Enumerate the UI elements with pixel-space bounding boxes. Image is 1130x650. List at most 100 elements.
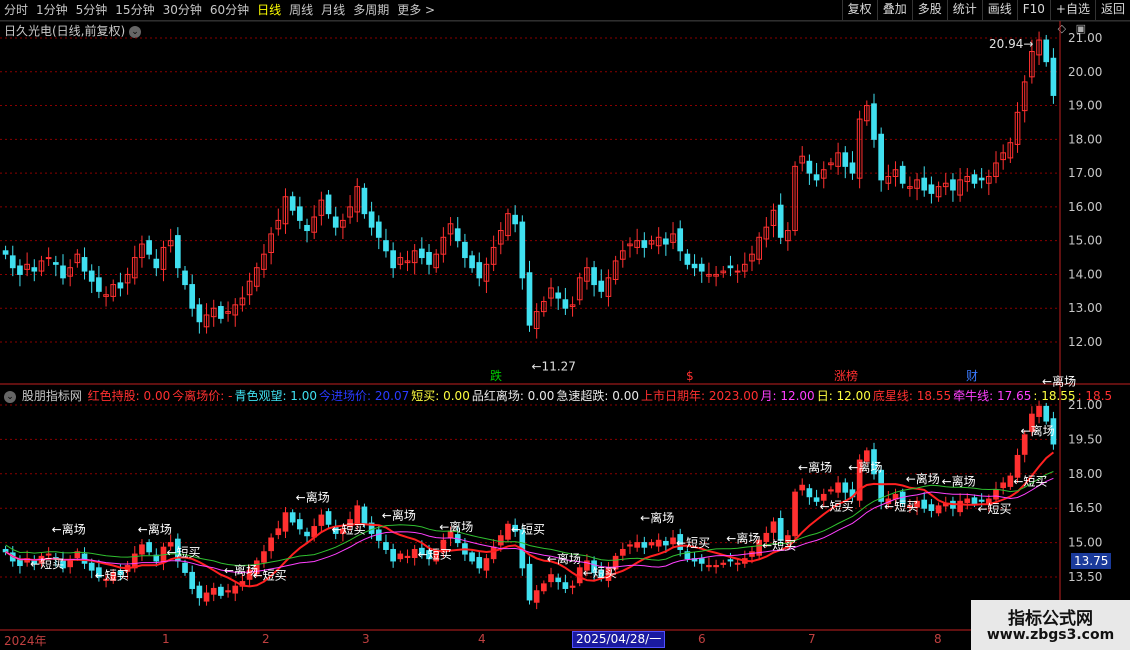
y-tick-label: 12.00 — [1068, 335, 1102, 349]
candle-body — [698, 263, 705, 272]
indicator-value: 急速超跌: 0.00 — [556, 389, 639, 403]
ind-candle-body — [777, 518, 784, 541]
ind-candle-body — [921, 499, 928, 509]
ind-candle-body — [569, 585, 576, 588]
ind-candle-body — [483, 558, 490, 571]
ind-candle-body — [957, 500, 963, 513]
candle-body — [691, 263, 698, 269]
ind-candle-body — [354, 505, 361, 524]
ind-candle-body — [648, 542, 655, 546]
date-tick: 6 — [698, 632, 706, 646]
date-tick: 3 — [362, 632, 370, 646]
leave-signal: ←离场 — [906, 471, 940, 486]
candle-body — [368, 211, 375, 228]
y-tick-label: 15.00 — [1068, 536, 1102, 550]
ind-candle-body — [842, 482, 849, 493]
candle-body — [332, 216, 339, 228]
ind-candle-body — [218, 586, 224, 596]
candle-body — [419, 248, 425, 259]
date-tick: 8 — [934, 632, 942, 646]
chart-canvas[interactable]: 21.00 20.00 19.00 18.00 17.00 16.00 15.00 14.00… — [0, 0, 1130, 650]
buy-signal: ←短买 — [676, 536, 710, 550]
y-tick-label: 17.00 — [1068, 166, 1102, 180]
ind-candle-body — [289, 512, 296, 523]
date-tick: 7 — [808, 632, 816, 646]
watermark-logo: 指标公式网 www.zbgs3.com — [971, 600, 1130, 650]
buy-signal: ←短买 — [820, 499, 854, 513]
ind-candle-body — [505, 523, 511, 540]
candle-body — [777, 204, 784, 238]
candle-body — [1043, 39, 1050, 63]
date-tick: 2 — [262, 632, 270, 646]
candle-body — [591, 267, 597, 286]
candle-body — [971, 174, 978, 184]
candle-body — [562, 299, 569, 309]
ind-candle-body — [203, 592, 210, 602]
candle-body — [81, 257, 88, 272]
indicator-value: : 18.55 — [1033, 389, 1076, 403]
candle-body — [454, 228, 461, 242]
ind-candle-body — [318, 514, 325, 526]
y-tick-label: 13.00 — [1068, 301, 1102, 315]
candle-body — [390, 250, 396, 269]
candle-body — [469, 255, 475, 269]
buy-signal: ←短买 — [253, 568, 287, 582]
leave-signal: ←离场 — [547, 551, 581, 566]
y-tick-label: 20.00 — [1068, 65, 1102, 79]
candle-body — [196, 304, 203, 323]
indicator-value: 月: 12.00 — [760, 389, 815, 403]
leave-signal: ←离场 — [382, 508, 416, 523]
candle-body — [677, 228, 684, 252]
leave-signal: ←离场 — [848, 460, 882, 475]
ind-candle-body — [641, 542, 648, 548]
y-tick-label: 19.50 — [1068, 432, 1102, 446]
ind-candle-body — [2, 548, 9, 553]
ind-candle-body — [720, 562, 727, 565]
indicator-value: 牵牛线: 17.65 — [953, 389, 1032, 403]
leave-signal: ←离场 — [138, 521, 172, 536]
candle-body — [45, 257, 52, 260]
ind-candle-body — [1000, 482, 1007, 489]
event-marker: 财 — [966, 369, 978, 383]
ind-candle-body — [67, 560, 74, 568]
ind-candle-body — [806, 488, 813, 498]
y-tick-label: 18.00 — [1068, 467, 1102, 481]
date-tick: 2024年 — [4, 634, 47, 648]
ind-candle-body — [655, 539, 662, 547]
ind-candle-body — [210, 587, 217, 595]
candle-body — [950, 179, 956, 191]
ind-candle-body — [469, 552, 475, 562]
candle-body — [60, 265, 66, 279]
ind-candle-body — [88, 562, 95, 571]
buy-signal: ←短买 — [332, 522, 366, 536]
ind-candle-body — [146, 542, 152, 553]
ind-candle-body — [404, 555, 411, 559]
leave-signal: ←离场 — [439, 519, 473, 534]
candle-body — [526, 272, 533, 326]
candle-body — [928, 184, 935, 194]
ind-candle-body — [261, 551, 267, 563]
candle-body — [978, 177, 985, 181]
candle-body — [96, 277, 102, 292]
candle-body — [117, 282, 124, 289]
event-marker: 涨榜 — [834, 368, 858, 383]
ind-candle-body — [476, 557, 483, 569]
candle-body — [289, 196, 296, 211]
indicator-name[interactable]: 股朋指标网 — [22, 389, 82, 403]
event-marker: 跌 — [490, 368, 502, 383]
ind-candle-body — [727, 559, 734, 562]
ind-candle-body — [971, 497, 978, 505]
chevron-down-icon[interactable]: ⌄ — [4, 390, 16, 403]
ind-candle-body — [196, 585, 203, 599]
candle-body — [519, 221, 526, 279]
ind-candle-body — [706, 565, 712, 568]
candle-body — [361, 187, 368, 215]
candle-body — [325, 194, 332, 215]
buy-signal: ←短买 — [762, 538, 796, 552]
leave-signal: ←离场 — [296, 489, 330, 504]
candle-body — [9, 255, 16, 269]
indicator-value: 红色持股: 0.00 — [87, 389, 171, 403]
y-tick-label: 16.00 — [1068, 200, 1102, 214]
ind-candle-body — [878, 469, 884, 502]
indicator-value: : 18.5 — [1077, 389, 1113, 403]
